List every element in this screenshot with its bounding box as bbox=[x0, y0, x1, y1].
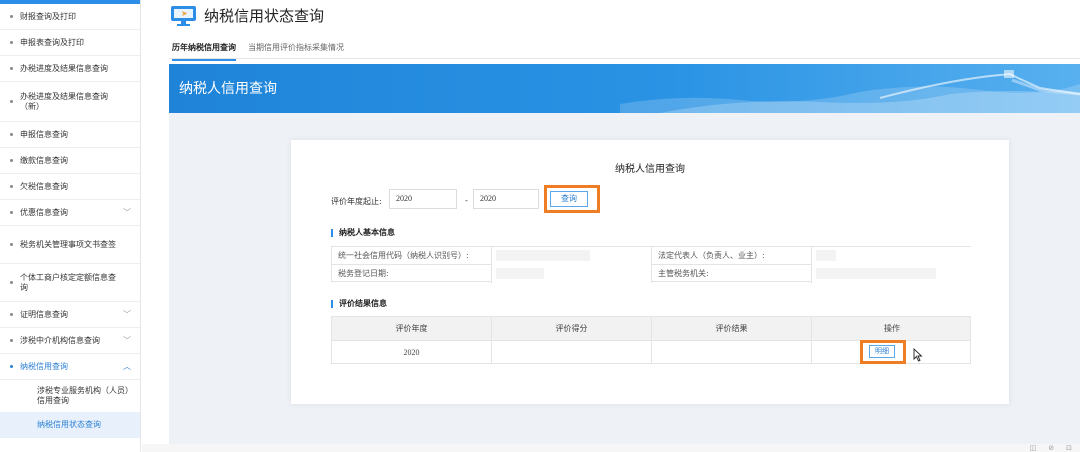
sidebar-item-preferential-info[interactable]: 优惠信息查询 ﹀ bbox=[0, 200, 140, 226]
trash-icon[interactable]: ◫ bbox=[1030, 444, 1037, 452]
basic-info-title: 纳税人基本信息 bbox=[331, 229, 395, 237]
column-header-year: 评价年度 bbox=[332, 317, 492, 340]
bullet-icon bbox=[10, 210, 13, 214]
sidebar-item-credit-query[interactable]: 纳税信用查询 ︿ bbox=[0, 354, 140, 380]
cell-result bbox=[652, 341, 812, 364]
bullet-icon bbox=[10, 14, 13, 18]
banner: 纳税人信用查询 bbox=[169, 64, 1080, 113]
bullet-icon bbox=[10, 338, 13, 342]
page-title: 纳税信用状态查询 bbox=[204, 7, 325, 25]
sidebar-item-label: 涉税中介机构信息查询 bbox=[20, 335, 100, 345]
sidebar-item-label: 申报表查询及打印 bbox=[20, 37, 84, 47]
sidebar-subitem-label: 涉税专业服务机构（人员）信用查询 bbox=[37, 386, 129, 405]
legal-rep-label: 法定代表人（负责人、业主）: bbox=[652, 247, 812, 265]
mouse-cursor-icon bbox=[913, 348, 923, 362]
column-header-score: 评价得分 bbox=[492, 317, 652, 340]
chevron-down-icon: ﹀ bbox=[123, 335, 131, 345]
sidebar-item-label: 税务机关管理事项文书查签 bbox=[20, 239, 116, 249]
sidebar-item-label: 纳税信用查询 bbox=[20, 361, 68, 371]
sidebar-item-declaration-info[interactable]: 申报信息查询 bbox=[0, 122, 140, 148]
monitor-icon: ➤ bbox=[171, 5, 196, 26]
bullet-icon bbox=[10, 158, 13, 162]
mute-icon[interactable]: ⊘ bbox=[1048, 444, 1054, 452]
sidebar-item-payment-info[interactable]: 缴款信息查询 bbox=[0, 148, 140, 174]
column-header-result: 评价结果 bbox=[652, 317, 812, 340]
range-separator: - bbox=[465, 196, 468, 205]
sidebar-item-arrears-info[interactable]: 欠税信息查询 bbox=[0, 174, 140, 200]
main-content: ➤ 纳税信用状态查询 历年纳税信用查询 当期信用评价指标采集情况 纳税人信用查询… bbox=[142, 0, 1080, 452]
sidebar-item-tax-documents[interactable]: 税务机关管理事项文书查签 bbox=[0, 226, 140, 264]
result-info-title: 评价结果信息 bbox=[331, 300, 387, 308]
tax-authority-value bbox=[812, 265, 972, 283]
window-icon[interactable]: ⊡ bbox=[1066, 444, 1072, 452]
bullet-icon bbox=[10, 99, 13, 103]
content-area: 纳税人信用查询 评价年度起止: 2020 - 2020 查询 纳税人基本信息 统… bbox=[169, 113, 1080, 445]
info-row: 统一社会信用代码（纳税人识别号）: 法定代表人（负责人、业主）: bbox=[332, 247, 972, 265]
query-card: 纳税人信用查询 评价年度起止: 2020 - 2020 查询 纳税人基本信息 统… bbox=[291, 140, 1009, 404]
sidebar-subitem-label: 纳税信用状态查询 bbox=[37, 420, 101, 429]
sidebar-item-declaration-report[interactable]: 申报表查询及打印 bbox=[0, 30, 140, 56]
bullet-icon bbox=[10, 280, 13, 284]
status-bar: ◫ ⊘ ⊡ bbox=[142, 444, 1080, 452]
reg-date-value bbox=[492, 265, 652, 283]
sidebar-item-label: 申报信息查询 bbox=[20, 129, 68, 139]
sidebar-item-progress-query[interactable]: 办税进度及结果信息查询 bbox=[0, 56, 140, 82]
sidebar-subitem-agency-credit[interactable]: 涉税专业服务机构（人员）信用查询 bbox=[0, 380, 140, 412]
year-to-input[interactable]: 2020 bbox=[473, 189, 539, 209]
legal-rep-value bbox=[812, 247, 972, 265]
card-title: 纳税人信用查询 bbox=[615, 164, 685, 175]
sidebar: 财报查询及打印 申报表查询及打印 办税进度及结果信息查询 办税进度及结果信息查询… bbox=[0, 0, 141, 452]
page-header: ➤ 纳税信用状态查询 bbox=[171, 5, 324, 26]
column-header-action: 操作 bbox=[884, 324, 900, 333]
detail-button[interactable]: 明细 bbox=[869, 345, 895, 358]
credit-code-label: 统一社会信用代码（纳税人识别号）: bbox=[332, 247, 492, 265]
great-wall-illustration bbox=[620, 70, 1080, 113]
chevron-down-icon: ﹀ bbox=[123, 207, 131, 217]
bullet-icon bbox=[10, 184, 13, 188]
sidebar-item-certificate-info[interactable]: 证明信息查询 ﹀ bbox=[0, 302, 140, 328]
bullet-icon bbox=[10, 312, 13, 316]
basic-info-table: 统一社会信用代码（纳税人识别号）: 法定代表人（负责人、业主）: 税务登记日期:… bbox=[331, 246, 972, 283]
sidebar-item-quota-info[interactable]: 个体工商户核定定额信息查询 bbox=[0, 264, 140, 302]
bullet-icon bbox=[10, 242, 13, 246]
sidebar-item-label: 办税进度及结果信息查询（新） bbox=[20, 91, 108, 111]
info-row: 税务登记日期: 主管税务机关: bbox=[332, 265, 972, 283]
chevron-down-icon: ﹀ bbox=[123, 309, 131, 319]
chevron-up-icon: ︿ bbox=[123, 361, 131, 371]
status-icons: ◫ ⊘ ⊡ bbox=[1030, 444, 1072, 452]
sidebar-item-label: 欠税信息查询 bbox=[20, 181, 68, 191]
sidebar-item-financial-report[interactable]: 财报查询及打印 bbox=[0, 4, 140, 30]
sidebar-item-progress-query-new[interactable]: 办税进度及结果信息查询（新） bbox=[0, 82, 140, 122]
banner-title: 纳税人信用查询 bbox=[179, 81, 277, 97]
year-range-label: 评价年度起止: bbox=[331, 197, 382, 206]
bullet-icon bbox=[10, 132, 13, 136]
credit-code-value bbox=[492, 247, 652, 265]
cell-year: 2020 bbox=[332, 341, 492, 364]
table-header: 评价年度 评价得分 评价结果 操作 bbox=[332, 317, 970, 341]
cell-score bbox=[492, 341, 652, 364]
year-from-input[interactable]: 2020 bbox=[389, 189, 457, 209]
query-button[interactable]: 查询 bbox=[550, 191, 588, 207]
bullet-icon bbox=[10, 40, 13, 44]
tabs-divider bbox=[169, 58, 1080, 59]
sidebar-item-label: 证明信息查询 bbox=[20, 309, 68, 319]
sidebar-item-label: 财报查询及打印 bbox=[20, 11, 76, 21]
sidebar-item-label: 优惠信息查询 bbox=[20, 207, 68, 217]
sidebar-item-label: 缴款信息查询 bbox=[20, 155, 68, 165]
sidebar-subitem-credit-status[interactable]: 纳税信用状态查询 bbox=[0, 412, 140, 438]
bullet-icon bbox=[10, 364, 13, 368]
reg-date-label: 税务登记日期: bbox=[332, 265, 492, 283]
sidebar-item-intermediary-info[interactable]: 涉税中介机构信息查询 ﹀ bbox=[0, 328, 140, 354]
sidebar-item-label: 个体工商户核定定额信息查询 bbox=[20, 272, 116, 292]
bullet-icon bbox=[10, 66, 13, 70]
tax-authority-label: 主管税务机关: bbox=[652, 265, 812, 283]
sidebar-item-label: 办税进度及结果信息查询 bbox=[20, 63, 108, 73]
